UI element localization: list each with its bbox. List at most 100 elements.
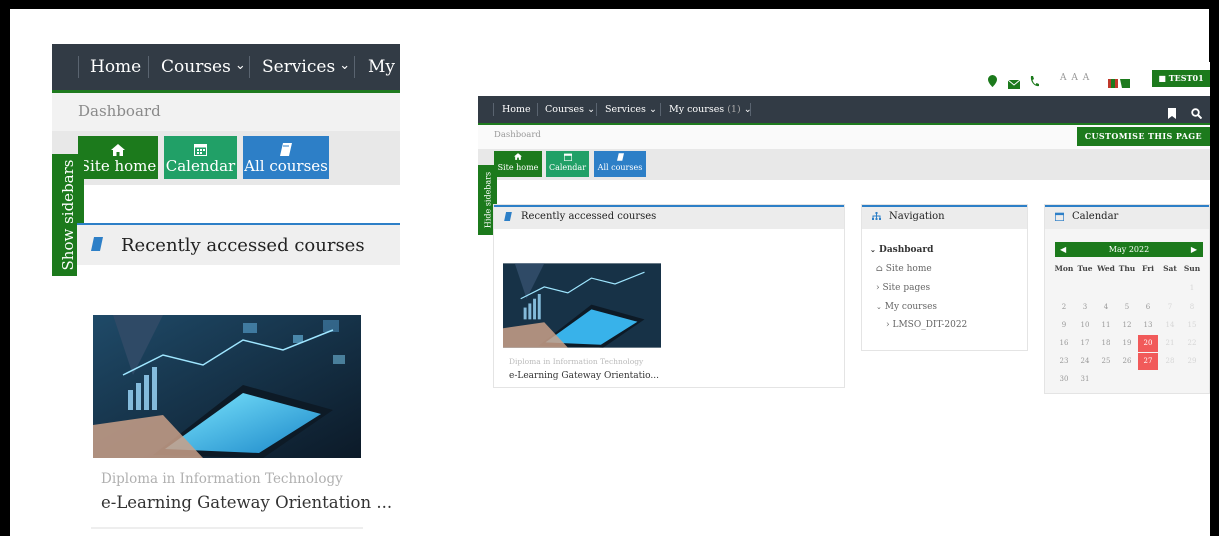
chevron-down-icon: ⌄ bbox=[587, 104, 596, 115]
calendar-day[interactable]: 25 bbox=[1096, 353, 1116, 370]
calendar-day[interactable]: 9 bbox=[1054, 317, 1074, 334]
breadcrumb-dashboard[interactable]: Dashboard bbox=[494, 130, 541, 140]
font-size-toggle[interactable]: A A A bbox=[1060, 73, 1090, 83]
calendar-day[interactable]: 31 bbox=[1075, 371, 1095, 388]
calendar-day[interactable]: 30 bbox=[1054, 371, 1074, 388]
nav-tree-dashboard[interactable]: ⌄ Dashboard bbox=[870, 245, 933, 255]
day-name: Fri bbox=[1142, 264, 1154, 273]
course-thumbnail[interactable] bbox=[93, 315, 361, 458]
calendar-day[interactable]: 7 bbox=[1160, 299, 1180, 316]
course-category: Diploma in Information Technology bbox=[101, 471, 343, 487]
calendar-day[interactable]: 13 bbox=[1138, 317, 1158, 334]
book-icon bbox=[243, 141, 329, 156]
calendar-day[interactable]: 8 bbox=[1182, 299, 1202, 316]
calendar-day[interactable]: 14 bbox=[1160, 317, 1180, 334]
day-name: Thu bbox=[1118, 264, 1136, 273]
calendar-button[interactable]: Calendar bbox=[164, 136, 237, 179]
nav-separator bbox=[493, 103, 494, 116]
prev-month-icon[interactable]: ◀ bbox=[1060, 242, 1066, 257]
nav-services[interactable]: Services ⌄ bbox=[605, 96, 657, 123]
nav-courses[interactable]: Courses ⌄ bbox=[161, 44, 246, 90]
mail-icon[interactable] bbox=[1007, 74, 1021, 93]
nav-separator bbox=[750, 103, 751, 116]
navigation-header: Navigation bbox=[862, 205, 1027, 229]
course-name[interactable]: e-Learning Gateway Orientatio... bbox=[509, 371, 659, 381]
language-flags-icon[interactable] bbox=[1108, 73, 1130, 92]
all-courses-button[interactable]: All courses bbox=[594, 151, 646, 177]
recent-courses-title: Recently accessed courses bbox=[521, 211, 657, 222]
calendar-day[interactable]: 16 bbox=[1054, 335, 1074, 352]
quick-links-bar: Site home Calendar All courses bbox=[478, 149, 1210, 180]
calendar-day[interactable]: 6 bbox=[1138, 299, 1158, 316]
all-courses-label: All courses bbox=[597, 163, 643, 172]
nav-tree-my-courses[interactable]: ⌄ My courses bbox=[876, 302, 937, 312]
recent-courses-header: Recently accessed courses bbox=[77, 223, 400, 267]
show-sidebars-label: Show sidebars bbox=[59, 159, 77, 271]
main-navbar: Home Courses⌄ Services⌄ My c bbox=[52, 44, 400, 123]
calendar-day[interactable]: 5 bbox=[1117, 299, 1137, 316]
next-month-icon[interactable]: ▶ bbox=[1191, 242, 1197, 257]
calendar-day-event[interactable]: 27 bbox=[1138, 353, 1158, 370]
site-home-button[interactable]: Site home bbox=[78, 136, 158, 179]
calendar-day[interactable]: 4 bbox=[1096, 299, 1116, 316]
calendar-day[interactable]: 22 bbox=[1182, 335, 1202, 352]
course-name[interactable]: e-Learning Gateway Orientation ... bbox=[101, 493, 392, 512]
calendar-day[interactable]: 10 bbox=[1075, 317, 1095, 334]
calendar-day[interactable]: 19 bbox=[1117, 335, 1137, 352]
navigation-title: Navigation bbox=[889, 211, 945, 222]
bookmark-icon[interactable] bbox=[1168, 104, 1176, 123]
chevron-right-icon: › bbox=[886, 320, 890, 330]
all-courses-label: All courses bbox=[244, 157, 328, 175]
location-pin-icon[interactable] bbox=[988, 72, 997, 91]
calendar-day[interactable]: 17 bbox=[1075, 335, 1095, 352]
all-courses-button[interactable]: All courses bbox=[243, 136, 329, 179]
nav-tree-site-home-label: Site home bbox=[885, 264, 932, 274]
home-icon bbox=[494, 153, 542, 163]
calendar-label: Calendar bbox=[548, 163, 587, 172]
nav-my-courses[interactable]: My c bbox=[368, 44, 400, 123]
nav-courses[interactable]: Courses ⌄ bbox=[545, 96, 595, 123]
nav-separator bbox=[148, 56, 149, 78]
calendar-day[interactable]: 26 bbox=[1117, 353, 1137, 370]
course-card[interactable]: Diploma in Information Technology e-Lear… bbox=[77, 265, 400, 536]
search-icon[interactable] bbox=[1191, 104, 1203, 123]
calendar-day[interactable]: 11 bbox=[1096, 317, 1116, 334]
calendar-day[interactable]: 12 bbox=[1117, 317, 1137, 334]
nav-home[interactable]: Home bbox=[502, 96, 531, 123]
calendar-day[interactable]: 1 bbox=[1182, 280, 1202, 297]
calendar-day[interactable]: 21 bbox=[1160, 335, 1180, 352]
nav-my-courses[interactable]: My courses (1) ⌄ bbox=[669, 96, 752, 123]
calendar-day[interactable]: 15 bbox=[1182, 317, 1202, 334]
course-thumbnail[interactable] bbox=[503, 262, 661, 349]
breadcrumb-dashboard[interactable]: Dashboard bbox=[78, 102, 161, 120]
recent-courses-block: Recently accessed courses Diploma in Inf… bbox=[493, 204, 845, 388]
nav-tree-site-pages-label: Site pages bbox=[882, 283, 931, 293]
nav-separator bbox=[249, 56, 250, 78]
calendar-button[interactable]: Calendar bbox=[546, 151, 589, 177]
nav-tree-site-pages[interactable]: › Site pages bbox=[876, 283, 930, 293]
nav-services[interactable]: Services ⌄ bbox=[262, 44, 350, 90]
book-icon bbox=[594, 153, 646, 163]
calendar-day[interactable]: 23 bbox=[1054, 353, 1074, 370]
nav-my-courses-label: My courses bbox=[669, 104, 725, 115]
calendar-day[interactable]: 18 bbox=[1096, 335, 1116, 352]
site-home-button[interactable]: Site home bbox=[494, 151, 542, 177]
chevron-down-icon: ⌄ bbox=[876, 303, 882, 311]
top-utility-bar: A A A ■ TEST01 bbox=[478, 62, 1210, 96]
calendar-day[interactable]: 2 bbox=[1054, 299, 1074, 316]
calendar-day[interactable]: 29 bbox=[1182, 353, 1202, 370]
nav-home[interactable]: Home bbox=[90, 44, 141, 90]
user-menu[interactable]: ■ TEST01 bbox=[1152, 70, 1210, 87]
nav-tree-course[interactable]: › LMSO_DIT-2022 bbox=[886, 320, 967, 330]
nav-tree-site-home[interactable]: ⌂ Site home bbox=[876, 264, 932, 274]
calendar-day[interactable]: 28 bbox=[1160, 353, 1180, 370]
calendar-day[interactable]: 24 bbox=[1075, 353, 1095, 370]
calendar-day[interactable]: 3 bbox=[1075, 299, 1095, 316]
calendar-day-event[interactable]: 20 bbox=[1138, 335, 1158, 352]
phone-icon[interactable] bbox=[1030, 72, 1039, 91]
nav-separator bbox=[354, 56, 355, 78]
nav-tree-dashboard-label: Dashboard bbox=[879, 245, 934, 255]
course-card[interactable]: Diploma in Information Technology e-Lear… bbox=[494, 229, 844, 387]
site-home-label: Site home bbox=[79, 157, 157, 175]
customise-page-button[interactable]: CUSTOMISE THIS PAGE bbox=[1076, 127, 1210, 146]
